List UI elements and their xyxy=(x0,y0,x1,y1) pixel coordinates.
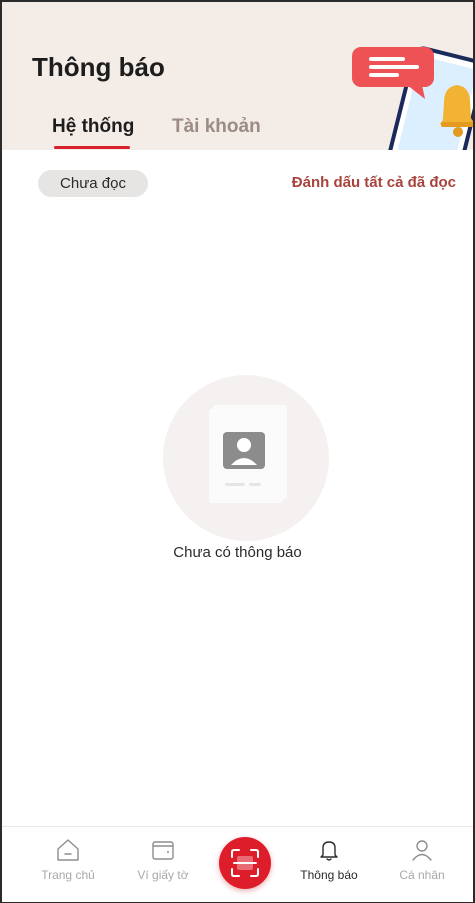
profile-card-icon xyxy=(163,375,329,541)
user-icon xyxy=(412,840,432,861)
home-icon xyxy=(57,839,79,861)
app-screen: Thông báo Hệ thống Tài khoản Chưa đọc Đá… xyxy=(0,0,475,903)
nav-item-notifications[interactable]: Thông báo xyxy=(289,837,369,882)
unread-filter-chip[interactable]: Chưa đọc xyxy=(38,170,148,197)
active-tab-indicator xyxy=(54,146,130,149)
bell-icon xyxy=(320,841,338,861)
nav-item-home[interactable]: Trang chủ xyxy=(28,837,108,882)
wallet-icon xyxy=(152,841,174,860)
nav-label-notifications: Thông báo xyxy=(300,868,358,882)
chat-bell-illustration-icon xyxy=(352,46,473,150)
nav-label-profile: Cá nhân xyxy=(399,868,445,882)
empty-state-message: Chưa có thông báo xyxy=(173,544,302,561)
tab-account[interactable]: Tài khoản xyxy=(172,116,261,138)
header: Thông báo Hệ thống Tài khoản xyxy=(2,2,473,150)
page-title: Thông báo xyxy=(32,52,165,82)
tab-system[interactable]: Hệ thống xyxy=(52,116,134,138)
scan-icon xyxy=(231,849,259,877)
nav-item-wallet[interactable]: Ví giấy tờ xyxy=(123,837,203,882)
nav-label-home: Trang chủ xyxy=(41,868,95,882)
nav-label-wallet: Ví giấy tờ xyxy=(137,868,189,882)
scan-button[interactable] xyxy=(219,837,271,889)
nav-item-profile[interactable]: Cá nhân xyxy=(382,837,462,882)
mark-all-read-link[interactable]: Đánh dấu tất cả đã đọc xyxy=(292,174,456,191)
